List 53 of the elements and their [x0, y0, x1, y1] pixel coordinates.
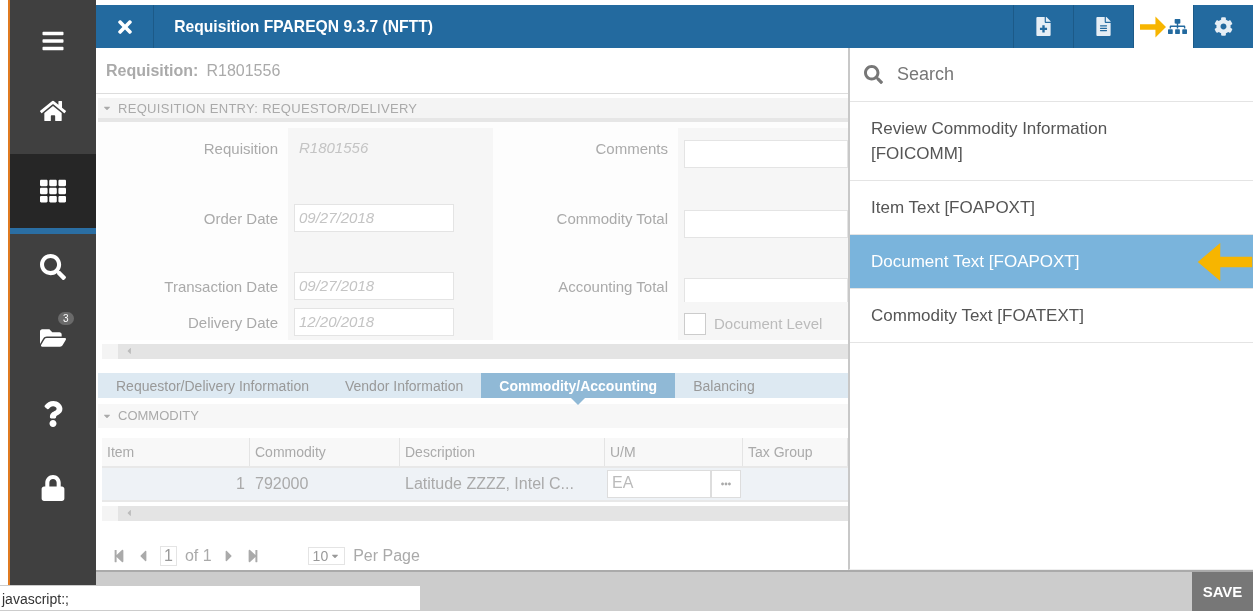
column-header: U/M — [605, 437, 743, 466]
field-label: Transaction Date — [163, 276, 278, 297]
key-value: R1801556 — [206, 61, 281, 80]
sidebar-item[interactable] — [10, 154, 96, 234]
checkbox-label: Document Level — [714, 315, 823, 333]
page-field[interactable]: 1 — [160, 545, 177, 566]
column-header: Description — [400, 437, 605, 466]
date-field[interactable]: 12/20/2018 — [294, 307, 454, 336]
page-count: of 1 — [184, 546, 212, 565]
menu-item[interactable]: Document Text [FOAPOXT] — [850, 235, 1253, 289]
sitemap-icon — [1168, 17, 1187, 36]
window-title: Requisition FPAREQN 9.3.7 (NFTT) — [173, 15, 434, 38]
field-label: Order Date — [202, 208, 278, 229]
tab[interactable]: Requestor/Delivery Information — [98, 373, 327, 399]
save-button[interactable]: SAVE — [1192, 572, 1253, 611]
arrow-icon — [1197, 243, 1253, 281]
table-cell-text: 1 — [235, 473, 246, 494]
column-header: Item — [102, 437, 250, 466]
settings-icon — [1214, 17, 1233, 36]
checkbox[interactable] — [684, 312, 706, 335]
grid-icon — [40, 178, 66, 204]
count-badge: 3 — [58, 312, 74, 325]
tab[interactable]: Vendor Information — [327, 373, 482, 399]
table-cell-text: 792000 — [254, 473, 310, 494]
field-label: Requisition — [202, 138, 278, 159]
sidebar-item[interactable]: 3 — [10, 300, 96, 376]
lock-icon — [40, 475, 66, 501]
unit-field[interactable]: EA — [607, 469, 711, 498]
file-plus-icon — [1034, 17, 1053, 36]
input-field[interactable] — [684, 139, 848, 168]
field-label: Accounting Total — [557, 276, 668, 297]
section-title: COMMODITY — [118, 408, 199, 424]
table-cell-text: Latitude ZZZZ, Intel C... — [404, 473, 575, 494]
document-icon — [1094, 17, 1113, 36]
date-field[interactable]: 09/27/2018 — [294, 271, 454, 300]
date-field[interactable]: 09/27/2018 — [294, 203, 454, 232]
menu-icon — [41, 29, 65, 53]
field-label: Comments — [594, 138, 668, 159]
field-label: Commodity Total — [555, 208, 668, 229]
search-icon — [40, 254, 66, 280]
horizontal-scrollbar[interactable] — [102, 505, 848, 521]
per-page-label: Per Page — [353, 546, 420, 565]
column-header: Commodity — [250, 437, 400, 466]
per-page-select[interactable]: 10 — [307, 546, 346, 565]
home-icon — [40, 98, 66, 124]
tab[interactable]: Balancing — [675, 373, 773, 399]
horizontal-scrollbar[interactable] — [102, 343, 848, 360]
section-title: REQUISITION ENTRY: REQUESTOR/DELIVERY — [118, 100, 418, 116]
key-label: Requisition: — [106, 61, 199, 80]
arrow-icon — [1140, 15, 1166, 38]
field-label: Delivery Date — [186, 312, 278, 333]
input-field[interactable] — [684, 209, 848, 238]
search-icon — [864, 65, 883, 84]
